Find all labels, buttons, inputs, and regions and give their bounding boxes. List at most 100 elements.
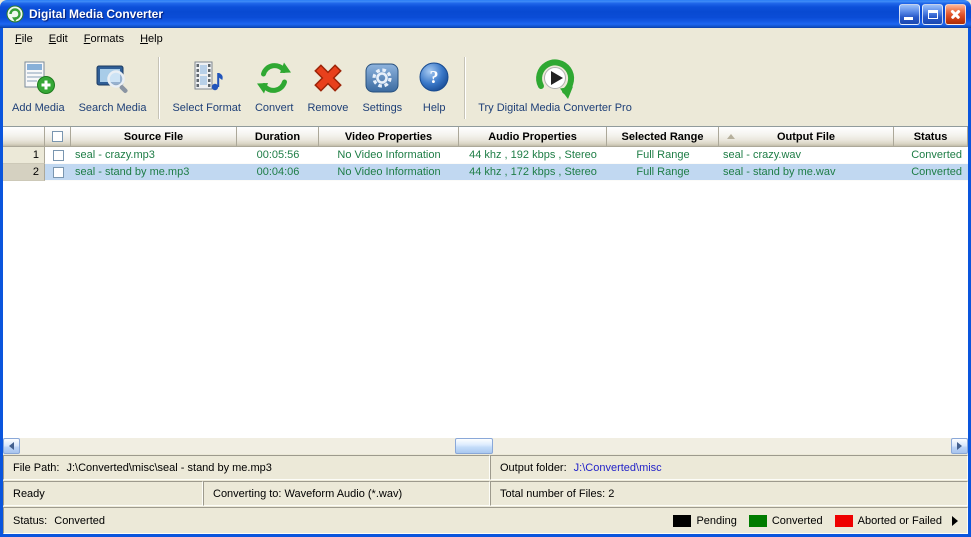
menu-edit[interactable]: Edit: [41, 30, 76, 48]
minimize-button[interactable]: [899, 3, 920, 25]
header-video-properties[interactable]: Video Properties: [319, 127, 459, 147]
table-row[interactable]: 2 seal - stand by me.mp3 00:04:06 No Vid…: [3, 164, 968, 181]
file-path-label: File Path:: [13, 461, 60, 474]
svg-text:?: ?: [430, 67, 439, 87]
statusbar-row-3: Status: Converted Pending Converted Abor…: [3, 506, 968, 534]
table-empty-area: [3, 181, 968, 438]
row-checkbox-cell: [45, 164, 71, 181]
cell-duration: 00:04:06: [237, 164, 319, 181]
status-panel: Status: Converted Pending Converted Abor…: [3, 507, 968, 534]
output-folder-label: Output folder:: [500, 461, 567, 474]
remove-icon: [310, 56, 346, 100]
table-row[interactable]: 1 seal - crazy.mp3 00:05:56 No Video Inf…: [3, 147, 968, 164]
cell-duration: 00:05:56: [237, 147, 319, 164]
cell-video-properties: No Video Information: [319, 147, 459, 164]
cell-audio-properties: 44 khz , 192 kbps , Stereo: [459, 147, 607, 164]
cell-source-file: seal - crazy.mp3: [71, 147, 237, 164]
toolbar: Add Media Search Media Select Format Con…: [3, 50, 968, 126]
output-folder-panel: Output folder: J:\Converted\misc: [490, 455, 968, 480]
horizontal-scrollbar[interactable]: [3, 438, 968, 454]
header-output-file-label: Output File: [776, 130, 836, 143]
minimize-icon: [904, 16, 913, 20]
close-button[interactable]: [945, 3, 966, 25]
add-media-label: Add Media: [12, 102, 65, 114]
row-number: 1: [3, 147, 45, 164]
menu-formats[interactable]: Formats: [76, 30, 132, 48]
search-media-button[interactable]: Search Media: [72, 53, 154, 117]
file-path-value: J:\Converted\misc\seal - stand by me.mp3: [66, 461, 272, 474]
menubar: File Edit Formats Help: [3, 28, 968, 50]
convert-icon: [256, 56, 292, 100]
scrollbar-thumb[interactable]: [455, 438, 493, 454]
close-icon: [949, 8, 962, 21]
remove-label: Remove: [307, 102, 349, 114]
cell-selected-range: Full Range: [607, 147, 719, 164]
converted-color-swatch: [748, 514, 767, 527]
statusbar-row-2: Ready Converting to: Waveform Audio (*.w…: [3, 480, 968, 506]
try-pro-label: Try Digital Media Converter Pro: [478, 102, 632, 114]
header-output-file[interactable]: Output File: [719, 127, 894, 147]
remove-button[interactable]: Remove: [300, 53, 355, 117]
header-selected-range[interactable]: Selected Range: [607, 127, 719, 147]
scroll-left-button[interactable]: [3, 438, 20, 454]
header-audio-properties[interactable]: Audio Properties: [459, 127, 607, 147]
search-media-icon: [95, 56, 131, 100]
legend-converted: Converted: [748, 514, 823, 527]
pro-play-icon: [534, 56, 576, 100]
header-source-file[interactable]: Source File: [71, 127, 237, 147]
pending-color-swatch: [673, 514, 692, 527]
menu-help[interactable]: Help: [132, 30, 171, 48]
row-checkbox[interactable]: [52, 149, 64, 161]
ready-panel: Ready: [3, 481, 203, 506]
converting-to-panel: Converting to: Waveform Audio (*.wav): [203, 481, 490, 506]
toolbar-separator: [158, 57, 161, 119]
legend-aborted: Aborted or Failed: [834, 514, 942, 527]
window-frame: File Edit Formats Help Add Media Search …: [0, 28, 971, 537]
row-checkbox[interactable]: [52, 166, 64, 178]
titlebar: Digital Media Converter: [0, 0, 971, 28]
settings-label: Settings: [362, 102, 403, 114]
expand-arrow-icon[interactable]: [952, 515, 958, 526]
select-format-icon: [189, 56, 225, 100]
aborted-color-swatch: [834, 514, 853, 527]
cell-status: Converted: [894, 147, 968, 164]
add-media-button[interactable]: Add Media: [5, 53, 72, 117]
file-path-panel: File Path: J:\Converted\misc\seal - stan…: [3, 455, 490, 480]
menu-file[interactable]: File: [7, 30, 41, 48]
settings-button[interactable]: Settings: [355, 53, 409, 117]
window-title: Digital Media Converter: [29, 7, 164, 21]
help-label: Help: [422, 102, 446, 114]
maximize-button[interactable]: [922, 3, 943, 25]
cell-selected-range: Full Range: [607, 164, 719, 181]
converting-to-text: Converting to: Waveform Audio (*.wav): [213, 487, 403, 500]
scroll-right-icon: [957, 442, 962, 450]
converted-label: Converted: [771, 514, 823, 527]
scroll-right-button[interactable]: [951, 438, 968, 454]
cell-status: Converted: [894, 164, 968, 181]
select-all-checkbox[interactable]: [52, 131, 63, 142]
app-logo-icon: [6, 5, 24, 23]
try-pro-button[interactable]: Try Digital Media Converter Pro: [471, 53, 639, 117]
select-format-button[interactable]: Select Format: [165, 53, 247, 117]
settings-icon: [364, 56, 400, 100]
pending-label: Pending: [696, 514, 737, 527]
total-files-text: Total number of Files: 2: [500, 487, 615, 500]
search-media-label: Search Media: [78, 102, 147, 114]
table-header-row: Source File Duration Video Properties Au…: [3, 127, 968, 147]
header-status[interactable]: Status: [894, 127, 968, 147]
app-window: Digital Media Converter File Edit Format…: [0, 0, 971, 537]
help-icon: ?: [416, 56, 452, 100]
file-list: Source File Duration Video Properties Au…: [3, 126, 968, 454]
output-folder-link[interactable]: J:\Converted\misc: [574, 462, 662, 474]
ready-text: Ready: [13, 487, 45, 500]
status-label: Status:: [13, 514, 48, 527]
scroll-left-icon: [9, 442, 14, 450]
header-duration[interactable]: Duration: [237, 127, 319, 147]
cell-audio-properties: 44 khz , 172 kbps , Stereo: [459, 164, 607, 181]
select-format-label: Select Format: [172, 102, 241, 114]
aborted-label: Aborted or Failed: [857, 514, 942, 527]
help-button[interactable]: ? Help: [409, 53, 459, 117]
status-legend: Pending Converted Aborted or Failed: [661, 514, 958, 527]
convert-button[interactable]: Convert: [248, 53, 301, 117]
maximize-icon: [927, 9, 938, 19]
